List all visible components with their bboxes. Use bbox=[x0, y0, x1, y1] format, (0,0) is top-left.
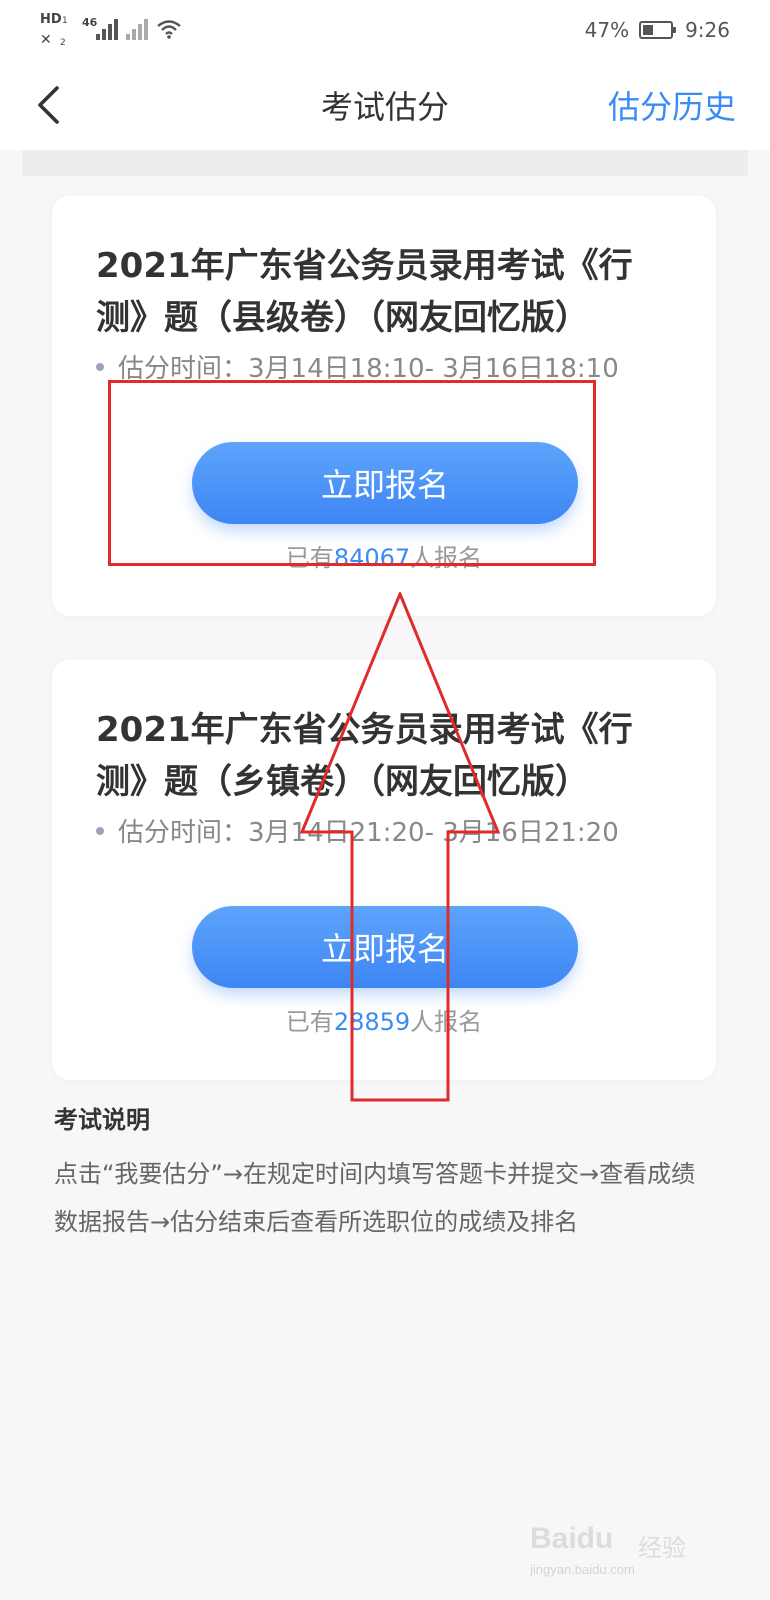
count-number: 84067 bbox=[333, 544, 411, 572]
watermark-cn: 经验 bbox=[638, 1534, 686, 1562]
registration-count: 已有84067人报名 bbox=[52, 538, 716, 573]
apply-button[interactable]: 立即报名 bbox=[192, 442, 578, 524]
wifi-icon bbox=[157, 20, 181, 39]
signal-icon bbox=[96, 18, 120, 40]
count-suffix: 人报名 bbox=[410, 1008, 483, 1036]
count-number: 28859 bbox=[333, 1008, 411, 1036]
exam-explanation-title: 考试说明 bbox=[54, 1106, 150, 1134]
clock: 9:26 bbox=[685, 18, 730, 42]
count-prefix: 已有 bbox=[285, 1008, 334, 1036]
estimate-time-range: 3月14日21:20- 3月16日21:20 bbox=[248, 818, 619, 848]
watermark-logo: Baidu bbox=[530, 1522, 614, 1555]
status-bar: HD 1 46 ✕ 2 47% 9:26 bbox=[0, 0, 770, 60]
estimate-time-range: 3月14日18:10- 3月16日18:10 bbox=[248, 354, 619, 384]
status-left: HD 1 46 ✕ 2 bbox=[40, 10, 190, 50]
battery-fill bbox=[643, 25, 654, 35]
nav-bar: 考试估分 估分历史 bbox=[0, 60, 770, 150]
exam-card-county: 2021年广东省公务员录用考试《行测》题（县级卷）（网友回忆版） 估分时间： 3… bbox=[52, 196, 716, 616]
estimate-time-row: 估分时间： 3月14日18:10- 3月16日18:10 bbox=[96, 348, 619, 385]
bullet-dot bbox=[96, 362, 104, 371]
hd-badge: HD bbox=[40, 12, 62, 27]
registration-count: 已有28859人报名 bbox=[52, 1002, 716, 1037]
estimate-time-label: 估分时间： bbox=[118, 354, 249, 384]
status-right: 47% 9:26 bbox=[585, 12, 730, 48]
hd-sub: 1 bbox=[62, 16, 68, 26]
estimate-time-label: 估分时间： bbox=[118, 818, 249, 848]
no-sim-icon: ✕ bbox=[40, 32, 52, 48]
signal-icon-sim2 bbox=[126, 18, 150, 40]
exam-explanation-text: 点击“我要估分”→在规定时间内填写答题卡并提交→查看成绩数据报告→估分结束后查看… bbox=[54, 1160, 696, 1236]
apply-button[interactable]: 立即报名 bbox=[192, 906, 578, 988]
bullet-dot bbox=[96, 826, 104, 835]
baidu-watermark: Baidu 经验 jingyan.baidu.com bbox=[530, 1522, 730, 1582]
sim2-label: 2 bbox=[60, 38, 66, 48]
count-prefix: 已有 bbox=[285, 544, 334, 572]
history-link[interactable]: 估分历史 bbox=[608, 82, 736, 128]
exam-card-title: 2021年广东省公务员录用考试《行测》题（乡镇卷）（网友回忆版） bbox=[96, 710, 633, 802]
screen: HD 1 46 ✕ 2 47% 9:26 考试估分 估分历史 2021年广东省公… bbox=[0, 0, 770, 1600]
exam-card-title: 2021年广东省公务员录用考试《行测》题（县级卷）（网友回忆版） bbox=[96, 246, 633, 338]
battery-icon bbox=[639, 21, 677, 39]
estimate-time-row: 估分时间： 3月14日21:20- 3月16日21:20 bbox=[96, 812, 619, 849]
battery-percent: 47% bbox=[584, 18, 630, 42]
count-suffix: 人报名 bbox=[410, 544, 483, 572]
nav-divider bbox=[22, 150, 748, 176]
exam-card-township: 2021年广东省公务员录用考试《行测》题（乡镇卷）（网友回忆版） 估分时间： 3… bbox=[52, 660, 716, 1080]
watermark-url: jingyan.baidu.com bbox=[530, 1562, 635, 1577]
